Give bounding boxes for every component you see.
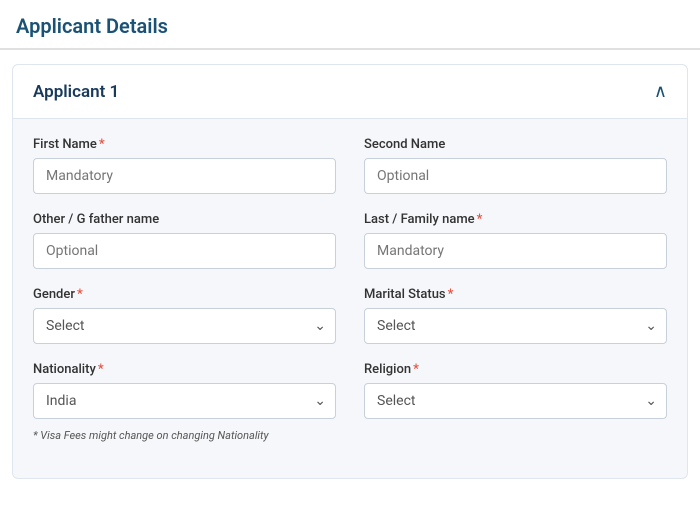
religion-select[interactable]: Select Hindu Muslim Christian Sikh Buddh… <box>364 383 667 419</box>
second-name-label: Second Name <box>364 137 667 152</box>
form-row-other-last: Other / G father name Last / Family name… <box>33 212 667 269</box>
form-group-marital-status: Marital Status* Select Single Married Di… <box>364 287 667 344</box>
religion-label: Religion* <box>364 362 667 377</box>
applicant-section: Applicant 1 ∧ First Name* Second Name <box>12 64 688 479</box>
nationality-note: * Visa Fees might change on changing Nat… <box>33 429 336 442</box>
gender-select[interactable]: Select Male Female Other <box>33 308 336 344</box>
form-group-first-name: First Name* <box>33 137 336 194</box>
gender-label: Gender* <box>33 287 336 302</box>
nationality-select[interactable]: India USA UK Other <box>33 383 336 419</box>
form-row-name: First Name* Second Name <box>33 137 667 194</box>
last-family-required-star: * <box>477 212 483 227</box>
last-family-label: Last / Family name* <box>364 212 667 227</box>
marital-status-label: Marital Status* <box>364 287 667 302</box>
section-header: Applicant 1 ∧ <box>13 65 687 119</box>
page-title: Applicant Details <box>16 14 684 38</box>
form-group-other-father: Other / G father name <box>33 212 336 269</box>
page-header: Applicant Details <box>0 0 700 50</box>
form-group-second-name: Second Name <box>364 137 667 194</box>
second-name-input[interactable] <box>364 158 667 194</box>
form-group-religion: Religion* Select Hindu Muslim Christian … <box>364 362 667 419</box>
other-father-input[interactable] <box>33 233 336 269</box>
section-body: First Name* Second Name Other / G father… <box>13 119 687 478</box>
first-name-required-star: * <box>99 137 105 152</box>
form-row-gender-marital: Gender* Select Male Female Other ⌄ Marit… <box>33 287 667 344</box>
form-group-nationality: Nationality* India USA UK Other ⌄ * Visa… <box>33 362 336 442</box>
marital-status-select-wrapper: Select Single Married Divorced Widowed ⌄ <box>364 308 667 344</box>
form-row-nationality-religion: Nationality* India USA UK Other ⌄ * Visa… <box>33 362 667 442</box>
collapse-icon[interactable]: ∧ <box>654 81 667 102</box>
gender-required-star: * <box>77 287 83 302</box>
gender-select-wrapper: Select Male Female Other ⌄ <box>33 308 336 344</box>
marital-status-select[interactable]: Select Single Married Divorced Widowed <box>364 308 667 344</box>
other-father-label: Other / G father name <box>33 212 336 227</box>
form-group-gender: Gender* Select Male Female Other ⌄ <box>33 287 336 344</box>
nationality-label: Nationality* <box>33 362 336 377</box>
first-name-input[interactable] <box>33 158 336 194</box>
religion-select-wrapper: Select Hindu Muslim Christian Sikh Buddh… <box>364 383 667 419</box>
last-family-input[interactable] <box>364 233 667 269</box>
religion-required-star: * <box>413 362 419 377</box>
form-group-last-family: Last / Family name* <box>364 212 667 269</box>
section-title: Applicant 1 <box>33 82 119 102</box>
nationality-required-star: * <box>98 362 104 377</box>
nationality-select-wrapper: India USA UK Other ⌄ <box>33 383 336 419</box>
first-name-label: First Name* <box>33 137 336 152</box>
marital-required-star: * <box>448 287 454 302</box>
